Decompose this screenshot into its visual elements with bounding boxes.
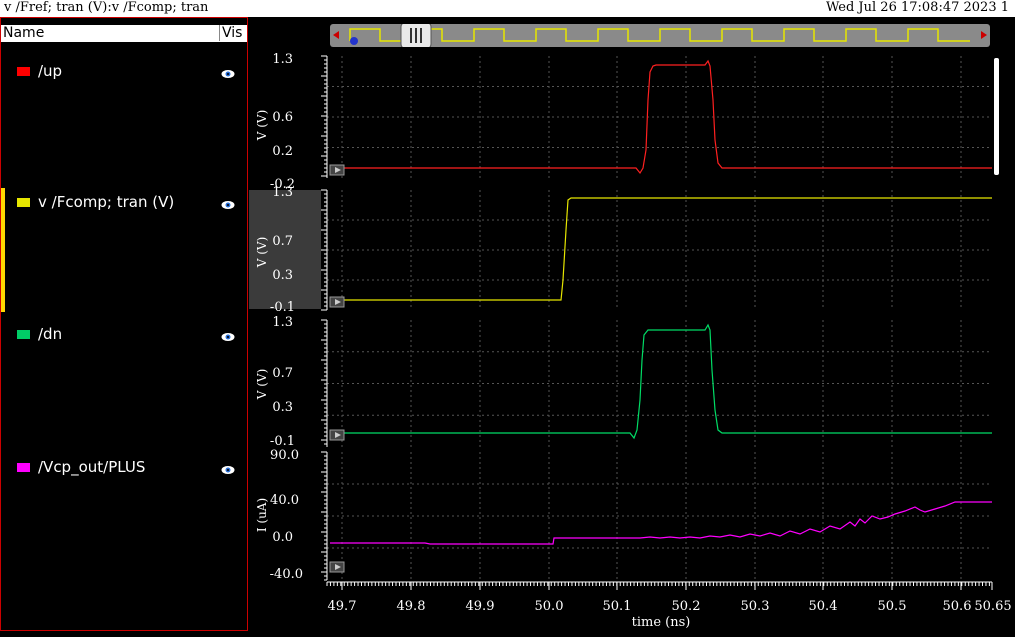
x-tick-label: 50.1 — [603, 599, 632, 614]
y-tick-label: 0.7 — [272, 366, 293, 381]
y-tick-label: 1.3 — [272, 315, 293, 330]
x-tick-label: 49.8 — [397, 599, 426, 614]
waveform-dn[interactable] — [330, 323, 992, 440]
x-tick-label: 50.6 — [943, 599, 972, 614]
y-tick-label: -0.1 — [270, 300, 295, 315]
y-tick-label: 90.0 — [270, 448, 299, 463]
strip-3-ylabel: V (V) — [255, 369, 269, 401]
x-tick-label: 50.3 — [741, 599, 770, 614]
y-tick-label: 40.0 — [270, 493, 299, 508]
y-tick-label: 0.3 — [272, 268, 293, 283]
waveform-fcomp[interactable] — [330, 197, 992, 301]
x-tick-label: 49.9 — [466, 599, 495, 614]
y-tick-label: 0.6 — [272, 110, 293, 125]
waveform-vcp-out[interactable] — [330, 501, 992, 545]
axis-layer — [321, 55, 993, 590]
strip-4-ylabel: I (uA) — [255, 498, 269, 532]
y-tick-label: 0.0 — [272, 530, 293, 545]
y-tick-label: -0.1 — [270, 434, 295, 449]
x-tick-label: 50.65 — [974, 599, 1011, 614]
strip-marker-icon[interactable] — [329, 561, 345, 573]
x-tick-label: 49.7 — [328, 599, 357, 614]
x-tick-label: 50.4 — [809, 599, 838, 614]
strip-1-ylabel: V (V) — [255, 110, 269, 142]
x-axis-label: time (ns) — [632, 615, 691, 630]
strip-marker-icon[interactable] — [329, 164, 345, 176]
x-tick-label: 50.0 — [535, 599, 564, 614]
y-tick-label: 1.3 — [272, 185, 293, 200]
waveform-strips: V (V) V (V) V (V) I (uA) 1.3 0.6 0.2 -0.… — [255, 52, 1012, 630]
x-tick-label: 50.2 — [672, 599, 701, 614]
y-tick-label: 1.3 — [272, 52, 293, 67]
y-tick-label: 0.7 — [272, 234, 293, 249]
y-tick-label: -40.0 — [270, 567, 303, 582]
strip-2-ylabel: V (V) — [255, 237, 269, 269]
strip-marker-icon[interactable] — [329, 429, 345, 441]
x-tick-label: 50.5 — [878, 599, 907, 614]
grid-layer — [327, 56, 992, 580]
y-tick-label: 0.2 — [272, 144, 293, 159]
strip-marker-icon[interactable] — [329, 296, 345, 308]
y-tick-label: 0.3 — [272, 400, 293, 415]
